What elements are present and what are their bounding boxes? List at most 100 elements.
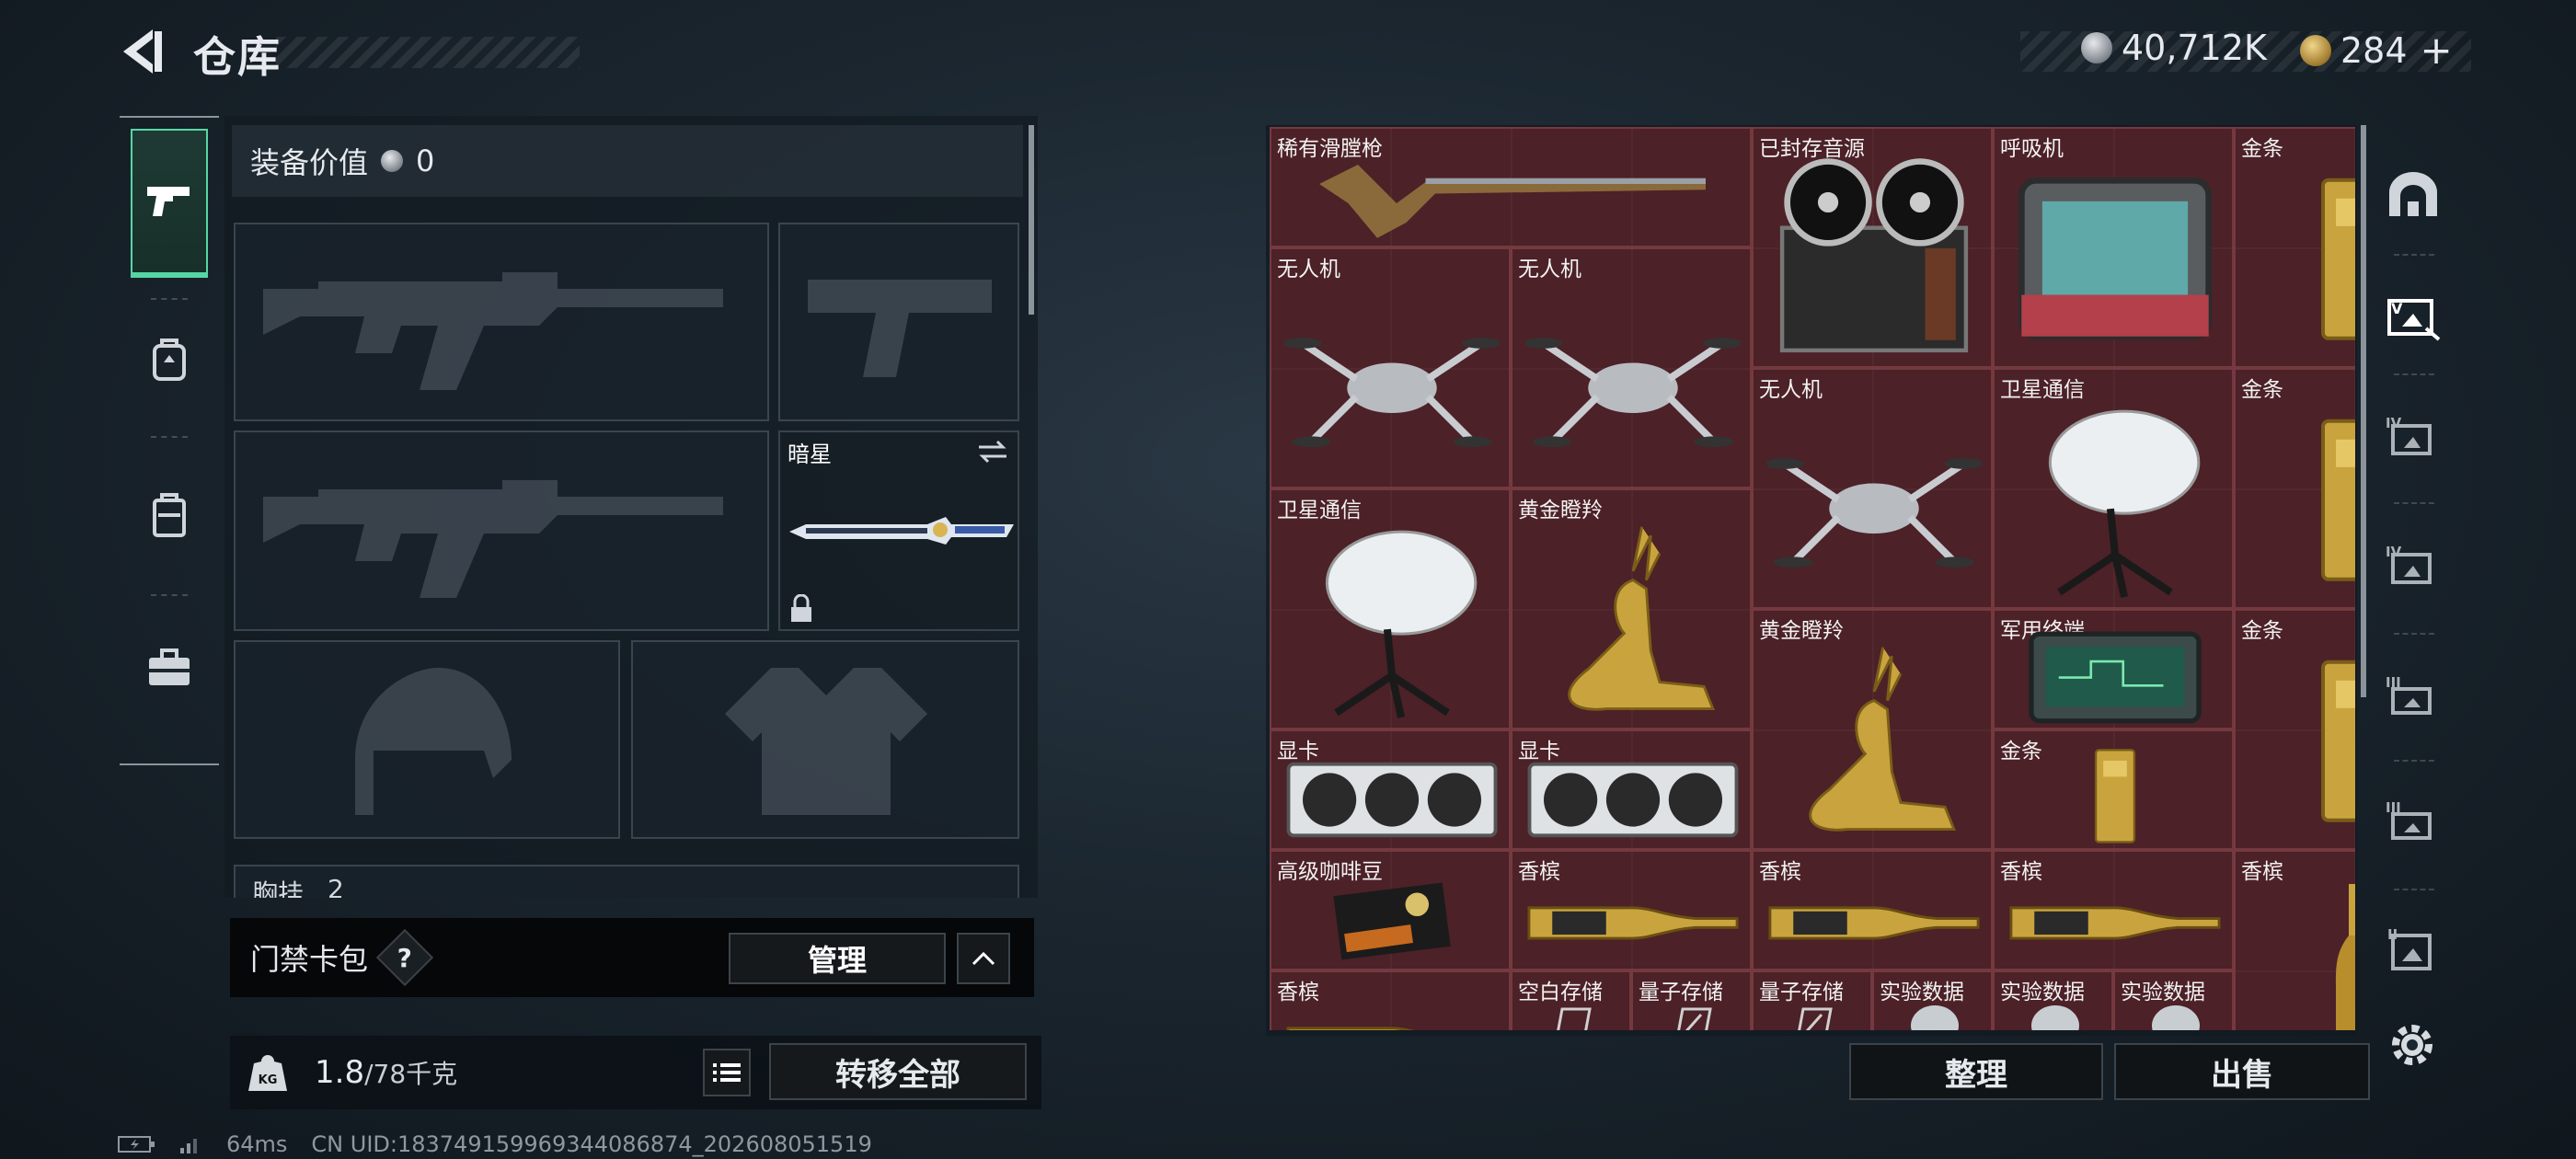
transfer-all-button[interactable]: 转移全部 bbox=[769, 1043, 1027, 1100]
storage-iv-icon: IV bbox=[2386, 544, 2432, 584]
chest-rig-section[interactable]: 胸挂 2 bbox=[234, 865, 1019, 898]
tab-tier-label: III bbox=[2386, 799, 2401, 816]
armor-slot[interactable] bbox=[631, 640, 1019, 839]
gold-bar-icon bbox=[2321, 419, 2355, 581]
equipment-value-header: 装备价值 0 bbox=[232, 125, 1023, 197]
tab-safebox[interactable] bbox=[2377, 158, 2449, 232]
storage-grid[interactable]: 稀有滑膛枪 已封存音源 呼吸机 金条 无人机 无人机 无人机 卫星通信 金条 卫星通信 黄金瞪羚 黄金… bbox=[1270, 127, 2355, 1030]
musket-icon bbox=[1319, 165, 1706, 238]
weight-current: 1.8 bbox=[315, 1054, 365, 1091]
nav-vest[interactable] bbox=[131, 476, 208, 554]
storage-item[interactable]: 香槟 bbox=[1511, 850, 1752, 970]
storage-item[interactable]: 实验数据 bbox=[2113, 970, 2234, 1030]
storage-item[interactable]: 香槟 bbox=[1993, 850, 2234, 970]
nav-briefcase[interactable] bbox=[131, 629, 208, 706]
sell-button[interactable]: 出售 bbox=[2114, 1043, 2370, 1100]
storage-item[interactable]: 香槟 bbox=[2234, 850, 2355, 1030]
tab-storage-v[interactable]: V bbox=[2377, 281, 2449, 355]
helmet-slot[interactable] bbox=[234, 640, 620, 839]
tab-storage-iii-b[interactable]: III bbox=[2377, 786, 2449, 859]
silver-currency: 40,712K bbox=[2081, 28, 2267, 68]
briefcase-icon bbox=[149, 648, 190, 685]
back-arrow-icon[interactable] bbox=[118, 28, 167, 75]
storage-item[interactable]: 香槟 bbox=[1270, 970, 1511, 1030]
nav-weapons[interactable] bbox=[131, 129, 208, 278]
storage-item[interactable]: 金条 bbox=[2234, 368, 2355, 609]
equipment-value-label: 装备价值 bbox=[250, 145, 369, 180]
sidearm-slot[interactable] bbox=[778, 223, 1019, 421]
manage-button[interactable]: 管理 bbox=[729, 933, 946, 984]
storage-item[interactable]: 军用终端 bbox=[1993, 609, 2234, 729]
kg-text: KG bbox=[259, 1073, 278, 1087]
storage-item[interactable]: 显卡 bbox=[1511, 729, 1752, 850]
settings-gear-icon[interactable] bbox=[2386, 1019, 2438, 1071]
tab-storage-iv-b[interactable]: IV bbox=[2377, 530, 2449, 603]
keycard-bar: 门禁卡包 ? 管理 bbox=[230, 918, 1034, 997]
storage-item[interactable]: 已封存音源 bbox=[1752, 127, 1993, 368]
swap-icon[interactable] bbox=[977, 438, 1008, 465]
storage-item[interactable]: 显卡 bbox=[1270, 729, 1511, 850]
storage-item[interactable]: 实验数据 bbox=[1993, 970, 2113, 1030]
storage-item[interactable]: 呼吸机 bbox=[1993, 127, 2234, 368]
storage-item[interactable]: 卫星通信 bbox=[1993, 368, 2234, 609]
champagne-icon bbox=[1286, 1027, 1415, 1030]
storage-item[interactable]: 稀有滑膛枪 bbox=[1270, 127, 1752, 247]
pistol-silhouette-icon bbox=[808, 280, 992, 377]
experiment-data-icon bbox=[2030, 1005, 2079, 1030]
storage-iii-icon: III bbox=[2386, 674, 2432, 715]
equipment-value: 0 bbox=[416, 143, 435, 178]
collapse-button[interactable] bbox=[957, 933, 1010, 984]
storage-item[interactable]: 量子存储 bbox=[1631, 970, 1752, 1030]
help-icon[interactable]: ? bbox=[375, 928, 434, 987]
page-title: 仓库 bbox=[193, 32, 282, 82]
storage-item[interactable]: 量子存储 bbox=[1752, 970, 1872, 1030]
tab-tier-label: III bbox=[2386, 674, 2401, 691]
storage-item[interactable]: 黄金瞪羚 bbox=[1752, 609, 1993, 850]
champagne-icon bbox=[2009, 906, 2221, 940]
secondary-weapon-slot[interactable] bbox=[234, 430, 769, 631]
gold-bar-icon bbox=[2321, 178, 2355, 340]
ventilator-icon bbox=[2018, 177, 2213, 340]
title-decoration bbox=[276, 37, 580, 68]
storage-item[interactable]: 无人机 bbox=[1511, 247, 1752, 488]
list-view-button[interactable] bbox=[703, 1049, 751, 1096]
tab-tier-label: IV bbox=[2386, 415, 2402, 431]
equipment-scrollbar[interactable] bbox=[1029, 125, 1034, 315]
storage-item[interactable]: 金条 bbox=[2234, 127, 2355, 368]
tab-storage-iii-a[interactable]: III bbox=[2377, 660, 2449, 734]
storage-item[interactable]: 金条 bbox=[1993, 729, 2234, 850]
storage-item-name: 金条 bbox=[2000, 740, 2042, 763]
nav-backpack[interactable] bbox=[131, 320, 208, 397]
storage-item[interactable]: 无人机 bbox=[1752, 368, 1993, 609]
tab-storage-ii[interactable]: II bbox=[2377, 912, 2449, 986]
add-currency-icon[interactable]: + bbox=[2421, 28, 2453, 73]
storage-item-name: 香槟 bbox=[2241, 860, 2283, 884]
tab-storage-iv-a[interactable]: IV bbox=[2377, 401, 2449, 475]
chest-rig-label: 胸挂 bbox=[252, 878, 305, 898]
gold-coin-icon bbox=[2300, 34, 2331, 66]
storage-item[interactable]: 无人机 bbox=[1270, 247, 1511, 488]
drone-icon bbox=[1284, 338, 1500, 448]
storage-item[interactable]: 高级咖啡豆 bbox=[1270, 850, 1511, 970]
melee-slot-name: 暗星 bbox=[788, 442, 832, 467]
pistol-icon bbox=[147, 187, 190, 216]
storage-item-name: 实验数据 bbox=[1880, 981, 1964, 1004]
gold-currency[interactable]: 284 + bbox=[2300, 28, 2453, 73]
storage-tabs: V IV IV III III II bbox=[2377, 125, 2449, 1027]
silver-coin-icon bbox=[2081, 32, 2112, 63]
storage-item[interactable]: 卫星通信 bbox=[1270, 488, 1511, 729]
rifle-silhouette-icon bbox=[263, 480, 723, 598]
storage-item-name: 量子存储 bbox=[1639, 981, 1723, 1004]
storage-item[interactable]: 香槟 bbox=[1752, 850, 1993, 970]
storage-item[interactable]: 空白存储 bbox=[1511, 970, 1631, 1030]
quantum-storage-icon bbox=[1797, 1007, 1833, 1030]
storage-item[interactable]: 金条 bbox=[2234, 609, 2355, 850]
chest-rig-count: 2 bbox=[328, 874, 344, 898]
primary-weapon-slot[interactable] bbox=[234, 223, 769, 421]
sort-button[interactable]: 整理 bbox=[1849, 1043, 2103, 1100]
storage-item[interactable]: 黄金瞪羚 bbox=[1511, 488, 1752, 729]
storage-scrollbar[interactable] bbox=[2361, 125, 2366, 697]
quantum-storage-icon bbox=[1676, 1007, 1712, 1030]
melee-slot[interactable]: 暗星 bbox=[778, 430, 1019, 631]
storage-item[interactable]: 实验数据 bbox=[1872, 970, 1993, 1030]
